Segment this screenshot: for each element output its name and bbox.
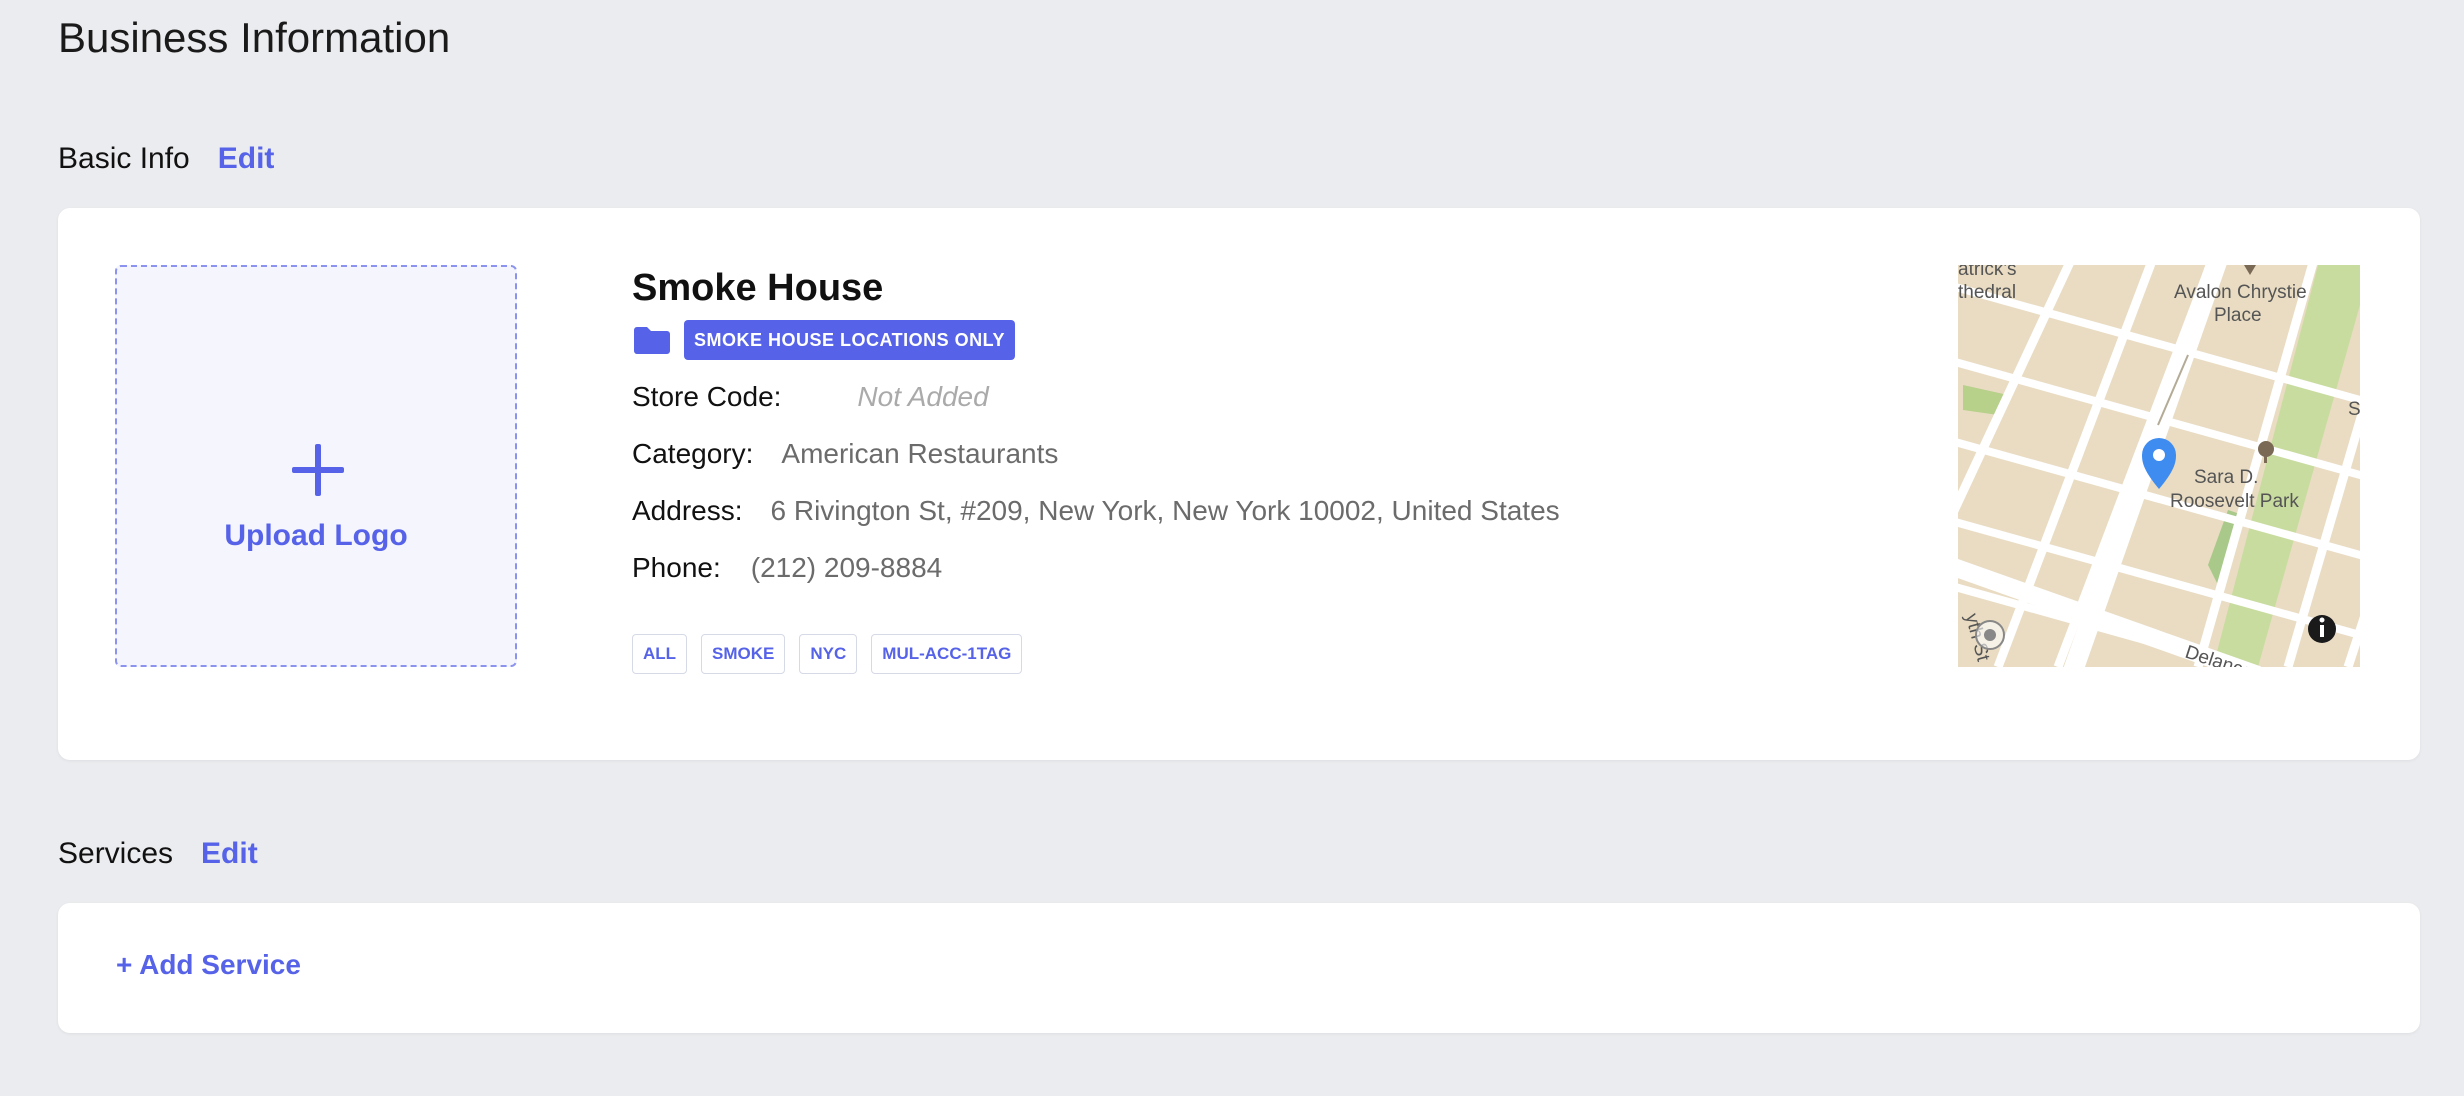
phone-value: (212) 209-8884	[750, 552, 943, 583]
services-card: + Add Service	[58, 903, 2420, 1033]
add-service-button[interactable]: + Add Service	[116, 949, 301, 981]
upload-logo-button[interactable]: Upload Logo	[115, 265, 517, 667]
upload-logo-label: Upload Logo	[224, 519, 408, 552]
tag-smoke[interactable]: SMOKE	[701, 634, 786, 674]
business-name: Smoke House	[632, 267, 884, 309]
svg-text:thedral: thedral	[1958, 282, 2016, 303]
svg-text:atrick's: atrick's	[1958, 265, 2017, 280]
location-map[interactable]: atrick's thedral Avalon Chrystie Place S…	[1958, 265, 2360, 667]
svg-text:Place: Place	[2214, 305, 2262, 326]
store-code-value: Not Added	[857, 381, 989, 412]
tag-list: ALL SMOKE NYC MUL-ACC-1TAG	[632, 634, 1560, 674]
address-row: Address: 6 Rivington St, #209, New York,…	[632, 491, 1560, 531]
map-canvas: atrick's thedral Avalon Chrystie Place S…	[1958, 265, 2360, 667]
svg-text:Sara D.: Sara D.	[2194, 467, 2258, 488]
phone-row: Phone: (212) 209-8884	[632, 548, 1560, 588]
basic-info-title: Basic Info	[58, 142, 190, 175]
basic-info-card: Upload Logo Smoke House SMOKE HOUSE LOCA…	[58, 208, 2420, 760]
svg-text:S: S	[2348, 399, 2360, 420]
tag-nyc[interactable]: NYC	[799, 634, 858, 674]
services-edit-link[interactable]: Edit	[201, 834, 258, 874]
services-title: Services	[58, 837, 174, 870]
mapbox-logo	[1975, 620, 2005, 650]
address-value: 6 Rivington St, #209, New York, New York…	[770, 495, 1560, 526]
store-code-label: Store Code:	[632, 381, 782, 412]
plus-icon	[292, 444, 344, 496]
basic-info-edit-link[interactable]: Edit	[218, 139, 275, 179]
phone-label: Phone:	[632, 552, 721, 583]
basic-info-header: Basic Info Edit	[58, 139, 274, 179]
business-details: Smoke House SMOKE HOUSE LOCATIONS ONLY S…	[632, 264, 1560, 674]
category-value: American Restaurants	[781, 438, 1059, 469]
folder-icon	[634, 327, 670, 354]
tag-mul-acc-1tag[interactable]: MUL-ACC-1TAG	[871, 634, 1023, 674]
svg-text:Roosevelt Park: Roosevelt Park	[2170, 491, 2299, 512]
tag-all[interactable]: ALL	[632, 634, 688, 674]
address-label: Address:	[632, 495, 743, 526]
group-row: SMOKE HOUSE LOCATIONS ONLY	[632, 320, 1560, 360]
category-label: Category:	[632, 438, 754, 469]
group-badge[interactable]: SMOKE HOUSE LOCATIONS ONLY	[684, 320, 1016, 360]
svg-text:Avalon Chrystie: Avalon Chrystie	[2174, 282, 2307, 303]
info-icon[interactable]	[2308, 615, 2336, 643]
category-row: Category: American Restaurants	[632, 434, 1560, 474]
store-code-row: Store Code: Not Added	[632, 377, 1560, 417]
services-header: Services Edit	[58, 834, 258, 874]
page-title: Business Information	[58, 14, 451, 61]
